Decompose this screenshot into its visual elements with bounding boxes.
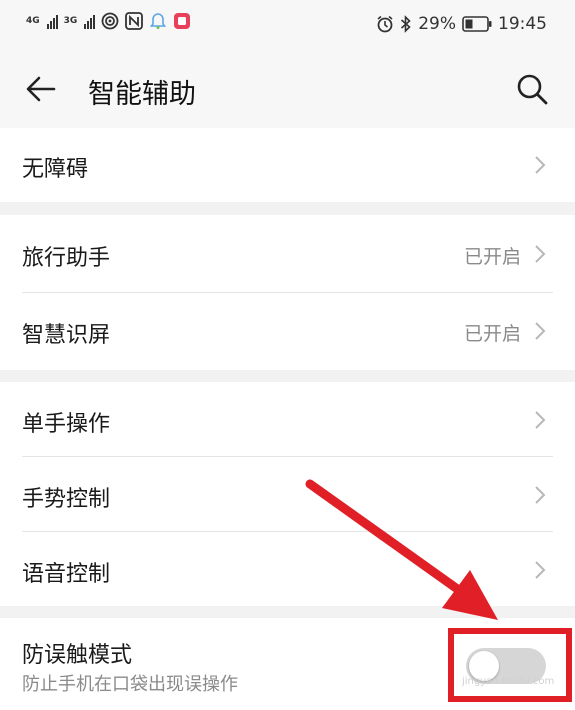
settings-group-1: 无障碍 — [0, 128, 575, 202]
watermark: jingyan.baidu.com — [462, 676, 555, 687]
chevron-right-icon — [535, 411, 546, 429]
row-smart-screen[interactable]: 智慧识屏 已开启 — [0, 293, 575, 370]
row-label: 防误触模式 — [22, 643, 133, 668]
bluetooth-icon — [401, 15, 411, 33]
chevron-right-icon — [535, 322, 546, 340]
page-title: 智能辅助 — [88, 79, 196, 110]
status-right: 29% 19:45 — [376, 14, 547, 34]
signal-icon — [46, 13, 58, 29]
battery-icon — [462, 16, 492, 32]
chevron-right-icon — [535, 245, 546, 263]
network-type-2: 3G — [63, 15, 78, 26]
network-type-1: 4G — [26, 15, 40, 26]
chevron-right-icon — [535, 561, 546, 579]
app-bar: 智能辅助 — [0, 50, 575, 128]
row-label: 手势控制 — [22, 487, 111, 512]
alarm-icon — [377, 15, 393, 33]
chevron-right-icon — [535, 156, 546, 174]
row-label: 智慧识屏 — [22, 323, 111, 348]
row-travel-assistant[interactable]: 旅行助手 已开启 — [0, 215, 575, 292]
row-gesture[interactable]: 手势控制 — [0, 457, 575, 531]
battery-percent: 29% — [418, 14, 456, 34]
app-icon — [174, 13, 191, 29]
nfc-icon — [125, 12, 144, 30]
row-voice[interactable]: 语音控制 — [0, 532, 575, 606]
row-status: 已开启 — [463, 246, 521, 268]
row-one-hand[interactable]: 单手操作 — [0, 382, 575, 456]
settings-group-2: 旅行助手 已开启 智慧识屏 已开启 — [0, 215, 575, 370]
row-label: 单手操作 — [22, 412, 111, 437]
row-subtitle: 防止手机在口袋出现误操作 — [22, 674, 238, 695]
chevron-right-icon — [535, 486, 546, 504]
annotation-highlight-box — [448, 628, 572, 702]
row-label: 无障碍 — [22, 157, 89, 182]
search-icon[interactable] — [515, 72, 549, 106]
hotspot-icon — [101, 12, 119, 30]
row-label: 旅行助手 — [22, 246, 111, 271]
signal-icon — [84, 13, 96, 29]
clock: 19:45 — [498, 14, 547, 34]
settings-group-3: 单手操作 手势控制 语音控制 — [0, 382, 575, 606]
back-arrow-icon[interactable] — [24, 72, 58, 106]
row-label: 语音控制 — [22, 562, 111, 587]
status-bar: 4G 3G 29% 19:45 — [0, 0, 575, 50]
status-left: 4G 3G — [26, 12, 191, 30]
row-status: 已开启 — [463, 323, 521, 345]
row-accessibility[interactable]: 无障碍 — [0, 128, 575, 202]
notification-icon — [150, 13, 167, 29]
